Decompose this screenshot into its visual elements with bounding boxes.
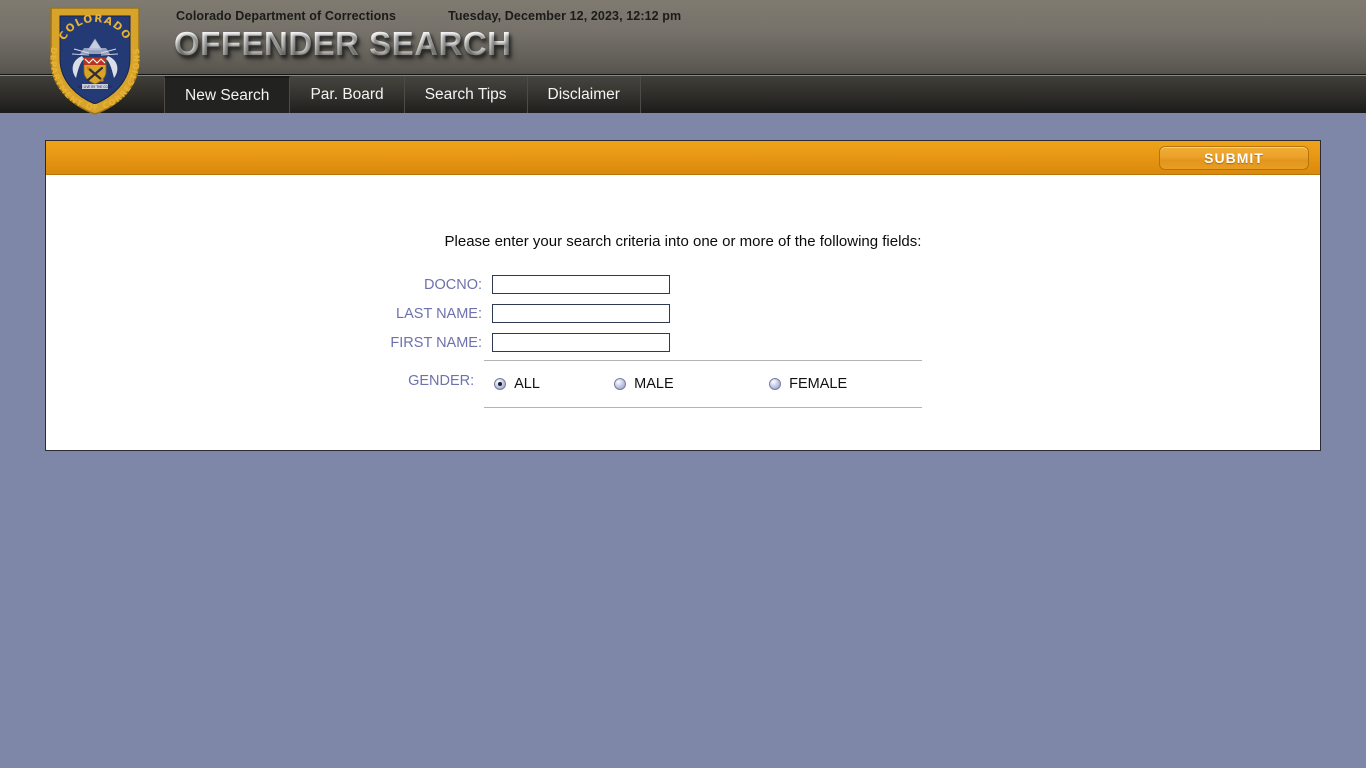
radio-icon[interactable] (769, 378, 782, 390)
form-row-first-name: FIRST NAME: (352, 328, 922, 357)
gender-option-label: ALL (514, 376, 540, 392)
instructions-text: Please enter your search criteria into o… (444, 233, 922, 250)
submit-button[interactable]: SUBMIT (1159, 146, 1309, 170)
current-datetime: Tuesday, December 12, 2023, 12:12 pm (448, 9, 682, 23)
docno-input[interactable] (492, 275, 670, 294)
gender-label: GENDER: (408, 373, 475, 389)
site-header: Colorado Department of Corrections Tuesda… (0, 0, 1366, 75)
radio-icon[interactable] (494, 378, 507, 390)
svg-text:WE LIVE BY THE CODE: WE LIVE BY THE CODE (78, 85, 113, 89)
last-name-label: LAST NAME: (396, 305, 482, 322)
radio-icon[interactable] (614, 378, 627, 390)
org-name: Colorado Department of Corrections (176, 9, 397, 23)
search-form: DOCNO: LAST NAME: FIRST NAME: GENDER: AL… (352, 270, 922, 408)
tab-disclaimer[interactable]: Disclaimer (527, 76, 641, 113)
tab-label: Disclaimer (547, 85, 620, 103)
gender-option-female[interactable]: FEMALE (769, 376, 847, 392)
tab-list: New Search Par. Board Search Tips Discla… (164, 76, 641, 113)
tab-label: Search Tips (424, 85, 507, 103)
gender-option-male[interactable]: MALE (614, 376, 769, 392)
tab-label: New Search (185, 86, 270, 104)
cdoc-badge-logo: COLORADO DEPARTMENT OF CORRECTIONS WE LI… (44, 2, 146, 118)
gender-option-label: MALE (634, 376, 674, 392)
panel-body: Please enter your search criteria into o… (46, 175, 1320, 450)
tab-label: Par. Board (310, 85, 384, 103)
panel-toolbar: SUBMIT (46, 141, 1320, 175)
last-name-input[interactable] (492, 304, 670, 323)
tab-new-search[interactable]: New Search (164, 76, 291, 113)
tab-search-tips[interactable]: Search Tips (404, 76, 528, 113)
tab-bar: New Search Par. Board Search Tips Discla… (0, 76, 1366, 113)
content-panel: SUBMIT Please enter your search criteria… (45, 140, 1321, 451)
page-title: OFFENDER SEARCH (174, 25, 512, 62)
gender-option-all[interactable]: ALL (484, 376, 614, 392)
header-meta: Colorado Department of Corrections Tuesda… (176, 9, 681, 23)
gender-radio-group: ALL MALE FEMALE (484, 360, 922, 408)
first-name-input[interactable] (492, 333, 670, 352)
gender-option-label: FEMALE (789, 376, 848, 392)
form-row-last-name: LAST NAME: (352, 299, 922, 328)
tab-par-board[interactable]: Par. Board (290, 76, 405, 113)
form-row-docno: DOCNO: (352, 270, 922, 299)
first-name-label: FIRST NAME: (390, 334, 482, 351)
docno-label: DOCNO: (424, 276, 482, 293)
form-row-gender: GENDER: ALL MALE FEMALE (352, 360, 922, 408)
